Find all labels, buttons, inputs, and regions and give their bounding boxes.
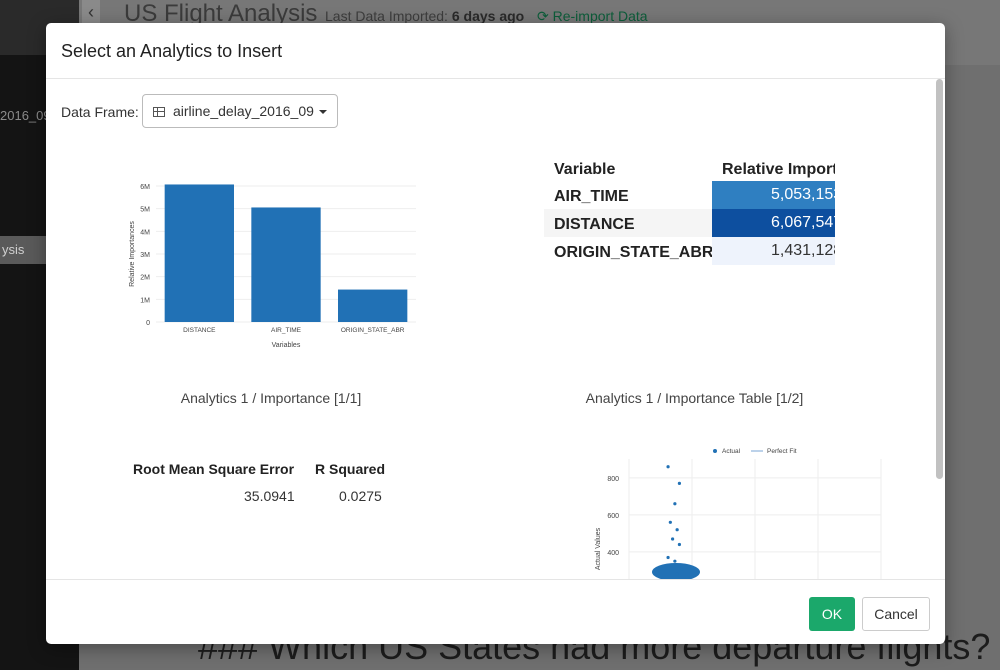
scatter-cluster xyxy=(652,563,700,579)
back-icon[interactable]: ‹ xyxy=(82,0,100,24)
x-tick-label: DISTANCE xyxy=(183,327,216,334)
x-tick-label: ORIGIN_STATE_ABR xyxy=(341,327,405,334)
data-point xyxy=(677,481,682,486)
last-imported-value: 6 days ago xyxy=(451,8,525,24)
row-variable: ORIGIN_STATE_ABR xyxy=(554,244,714,261)
row-variable: AIR_TIME xyxy=(554,188,629,205)
legend-label: Actual xyxy=(722,448,741,455)
last-imported-status: Last Data Imported: 6 days ago xyxy=(325,8,524,24)
bar xyxy=(164,184,234,322)
row-value: 5,053,153. xyxy=(712,181,835,209)
y-tick-label: 6M xyxy=(140,184,150,191)
modal-title: Select an Analytics to Insert xyxy=(61,41,283,61)
actual-vs-predicted-scatter: 200400600800Actual ValuesActualPerfect F… xyxy=(595,448,882,579)
metric-header-rmse: Root Mean Square Error xyxy=(133,461,295,477)
y-tick-label: 4M xyxy=(140,229,150,236)
modal-header: Select an Analytics to Insert xyxy=(46,23,945,79)
x-axis-label: Variables xyxy=(272,342,301,349)
table-row: ORIGIN_STATE_ABR 1,431,128. xyxy=(544,237,835,265)
legend-label: Perfect Fit xyxy=(767,448,797,455)
cancel-button[interactable]: Cancel xyxy=(862,597,930,631)
data-point xyxy=(673,559,677,563)
data-frame-value: airline_delay_2016_09 xyxy=(173,103,314,119)
table-header-row: Variable Relative Importance xyxy=(544,154,835,182)
data-point xyxy=(675,528,679,532)
y-tick-label: 1M xyxy=(140,297,150,304)
card-caption: Analytics 1 / Importance Table [1/2] xyxy=(585,390,804,406)
y-tick-label: 0 xyxy=(146,320,150,327)
y-tick-label: 400 xyxy=(607,550,619,557)
data-point xyxy=(671,537,675,541)
column-header-variable: Variable xyxy=(554,161,616,178)
y-axis-label: Actual Values xyxy=(595,527,602,570)
x-tick-label: AIR_TIME xyxy=(271,327,302,334)
data-point xyxy=(666,465,670,469)
metric-value-rsq: 0.0275 xyxy=(339,488,382,504)
row-variable: DISTANCE xyxy=(554,216,635,233)
metric-header-rsq: R Squared xyxy=(315,461,386,477)
sidebar-item-analysis[interactable]: ysis xyxy=(0,236,46,264)
importance-table: Variable Relative Importance AIR_TIME 5,… xyxy=(544,154,835,284)
row-value: 6,067,547. xyxy=(712,209,835,237)
importance-bar-chart: 0 1M 2M 3M 4M 5M 6M DISTANCE AIR_TIME ORIGIN_STAT… xyxy=(129,184,416,349)
y-tick-label: 800 xyxy=(607,476,619,483)
data-point xyxy=(677,542,682,547)
modal-scrollbar[interactable] xyxy=(936,79,943,479)
bar xyxy=(251,207,321,322)
y-axis-label: Relative Importances xyxy=(129,221,136,287)
metric-value-rmse: 35.0941 xyxy=(244,488,295,504)
ok-button[interactable]: OK xyxy=(809,597,855,631)
data-point xyxy=(673,502,677,506)
column-header-importance: Relative Importance xyxy=(722,161,835,178)
insert-analytics-modal: Select an Analytics to Insert Data Frame… xyxy=(46,23,945,644)
data-point xyxy=(680,566,684,571)
sidebar-item-dataframe[interactable]: 2016_09 xyxy=(0,108,51,123)
table-row: DISTANCE 6,067,547. xyxy=(544,209,835,237)
modal-footer: OK Cancel xyxy=(46,579,945,644)
data-point xyxy=(675,572,679,576)
data-point xyxy=(668,520,672,524)
last-imported-label: Last Data Imported: xyxy=(325,8,448,24)
refresh-icon: ⟳ xyxy=(537,8,549,24)
bar xyxy=(338,289,408,322)
modal-body[interactable]: Data Frame: airline_delay_2016_09 0 1M 2M 3… xyxy=(46,79,945,579)
y-tick-label: 5M xyxy=(140,207,150,214)
y-tick-label: 600 xyxy=(607,513,619,520)
row-value: 1,431,128. xyxy=(712,237,835,265)
analytics-card-metrics[interactable]: Root Mean Square Error R Squared 35.0941… xyxy=(46,429,496,579)
analytics-card-importance[interactable]: 0 1M 2M 3M 4M 5M 6M DISTANCE AIR_TIME ORIGIN_STAT… xyxy=(46,149,496,419)
data-frame-label: Data Frame: xyxy=(61,104,139,120)
legend-marker xyxy=(713,449,717,453)
data-frame-select[interactable]: airline_delay_2016_09 xyxy=(142,94,338,128)
table-icon xyxy=(153,107,165,117)
caret-down-icon xyxy=(318,110,327,114)
card-caption: Analytics 1 / Importance [1/1] xyxy=(180,390,362,406)
data-point xyxy=(666,555,670,560)
y-tick-label: 2M xyxy=(140,275,150,282)
y-tick-label: 3M xyxy=(140,252,150,259)
analytics-card-prediction-scatter[interactable]: 200400600800Actual ValuesActualPerfect F… xyxy=(496,429,945,579)
reimport-label: Re-import Data xyxy=(552,8,648,24)
table-row: AIR_TIME 5,053,153. xyxy=(544,181,835,209)
